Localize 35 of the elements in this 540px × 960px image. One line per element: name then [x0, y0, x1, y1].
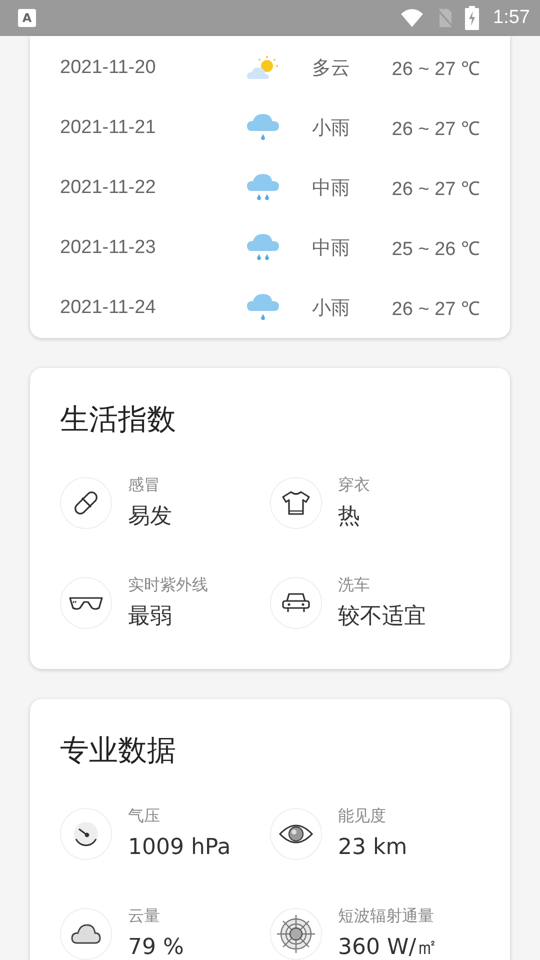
forecast-date: 2021-11-21: [60, 117, 157, 139]
weather-condition: 中雨: [312, 236, 352, 261]
temperature-range: 25 ~ 26 ℃: [392, 238, 480, 261]
temperature-range: 26 ~ 27 ℃: [392, 58, 480, 81]
index-value: 易发: [128, 503, 172, 531]
index-value: 最弱: [128, 603, 173, 631]
clock-time: 1:57: [493, 7, 530, 29]
index-label: 穿衣: [338, 475, 370, 495]
section-title: 专业数据: [60, 732, 177, 769]
data-value: 360 W/㎡: [338, 934, 438, 960]
notification-icon: A: [18, 9, 36, 27]
index-value: 热: [338, 503, 361, 531]
temperature-range: 26 ~ 27 ℃: [392, 178, 480, 201]
data-label: 云量: [128, 906, 161, 926]
data-value: 1009 hPa: [128, 834, 231, 862]
forecast-date: 2021-11-23: [60, 237, 157, 259]
forecast-date: 2021-11-24: [60, 297, 157, 319]
index-label: 实时紫外线: [128, 575, 208, 595]
data-label: 气压: [128, 806, 161, 826]
temperature-range: 26 ~ 27 ℃: [392, 118, 480, 141]
index-value: 较不适宜: [338, 603, 426, 631]
temperature-range: 26 ~ 27 ℃: [392, 298, 480, 321]
data-value: 23 km: [338, 834, 408, 862]
weather-condition: 小雨: [312, 296, 352, 321]
forecast-date: 2021-11-20: [60, 57, 157, 79]
forecast-date: 2021-11-22: [60, 177, 157, 199]
data-label: 短波辐射通量: [338, 906, 435, 926]
weather-condition: 中雨: [312, 176, 352, 201]
weather-condition: 小雨: [312, 116, 352, 141]
index-label: 感冒: [128, 475, 161, 495]
data-label: 能见度: [338, 806, 387, 826]
data-value: 79 %: [128, 934, 184, 960]
weather-condition: 多云: [312, 56, 352, 81]
section-title: 生活指数: [60, 401, 177, 438]
index-label: 洗车: [338, 575, 371, 595]
